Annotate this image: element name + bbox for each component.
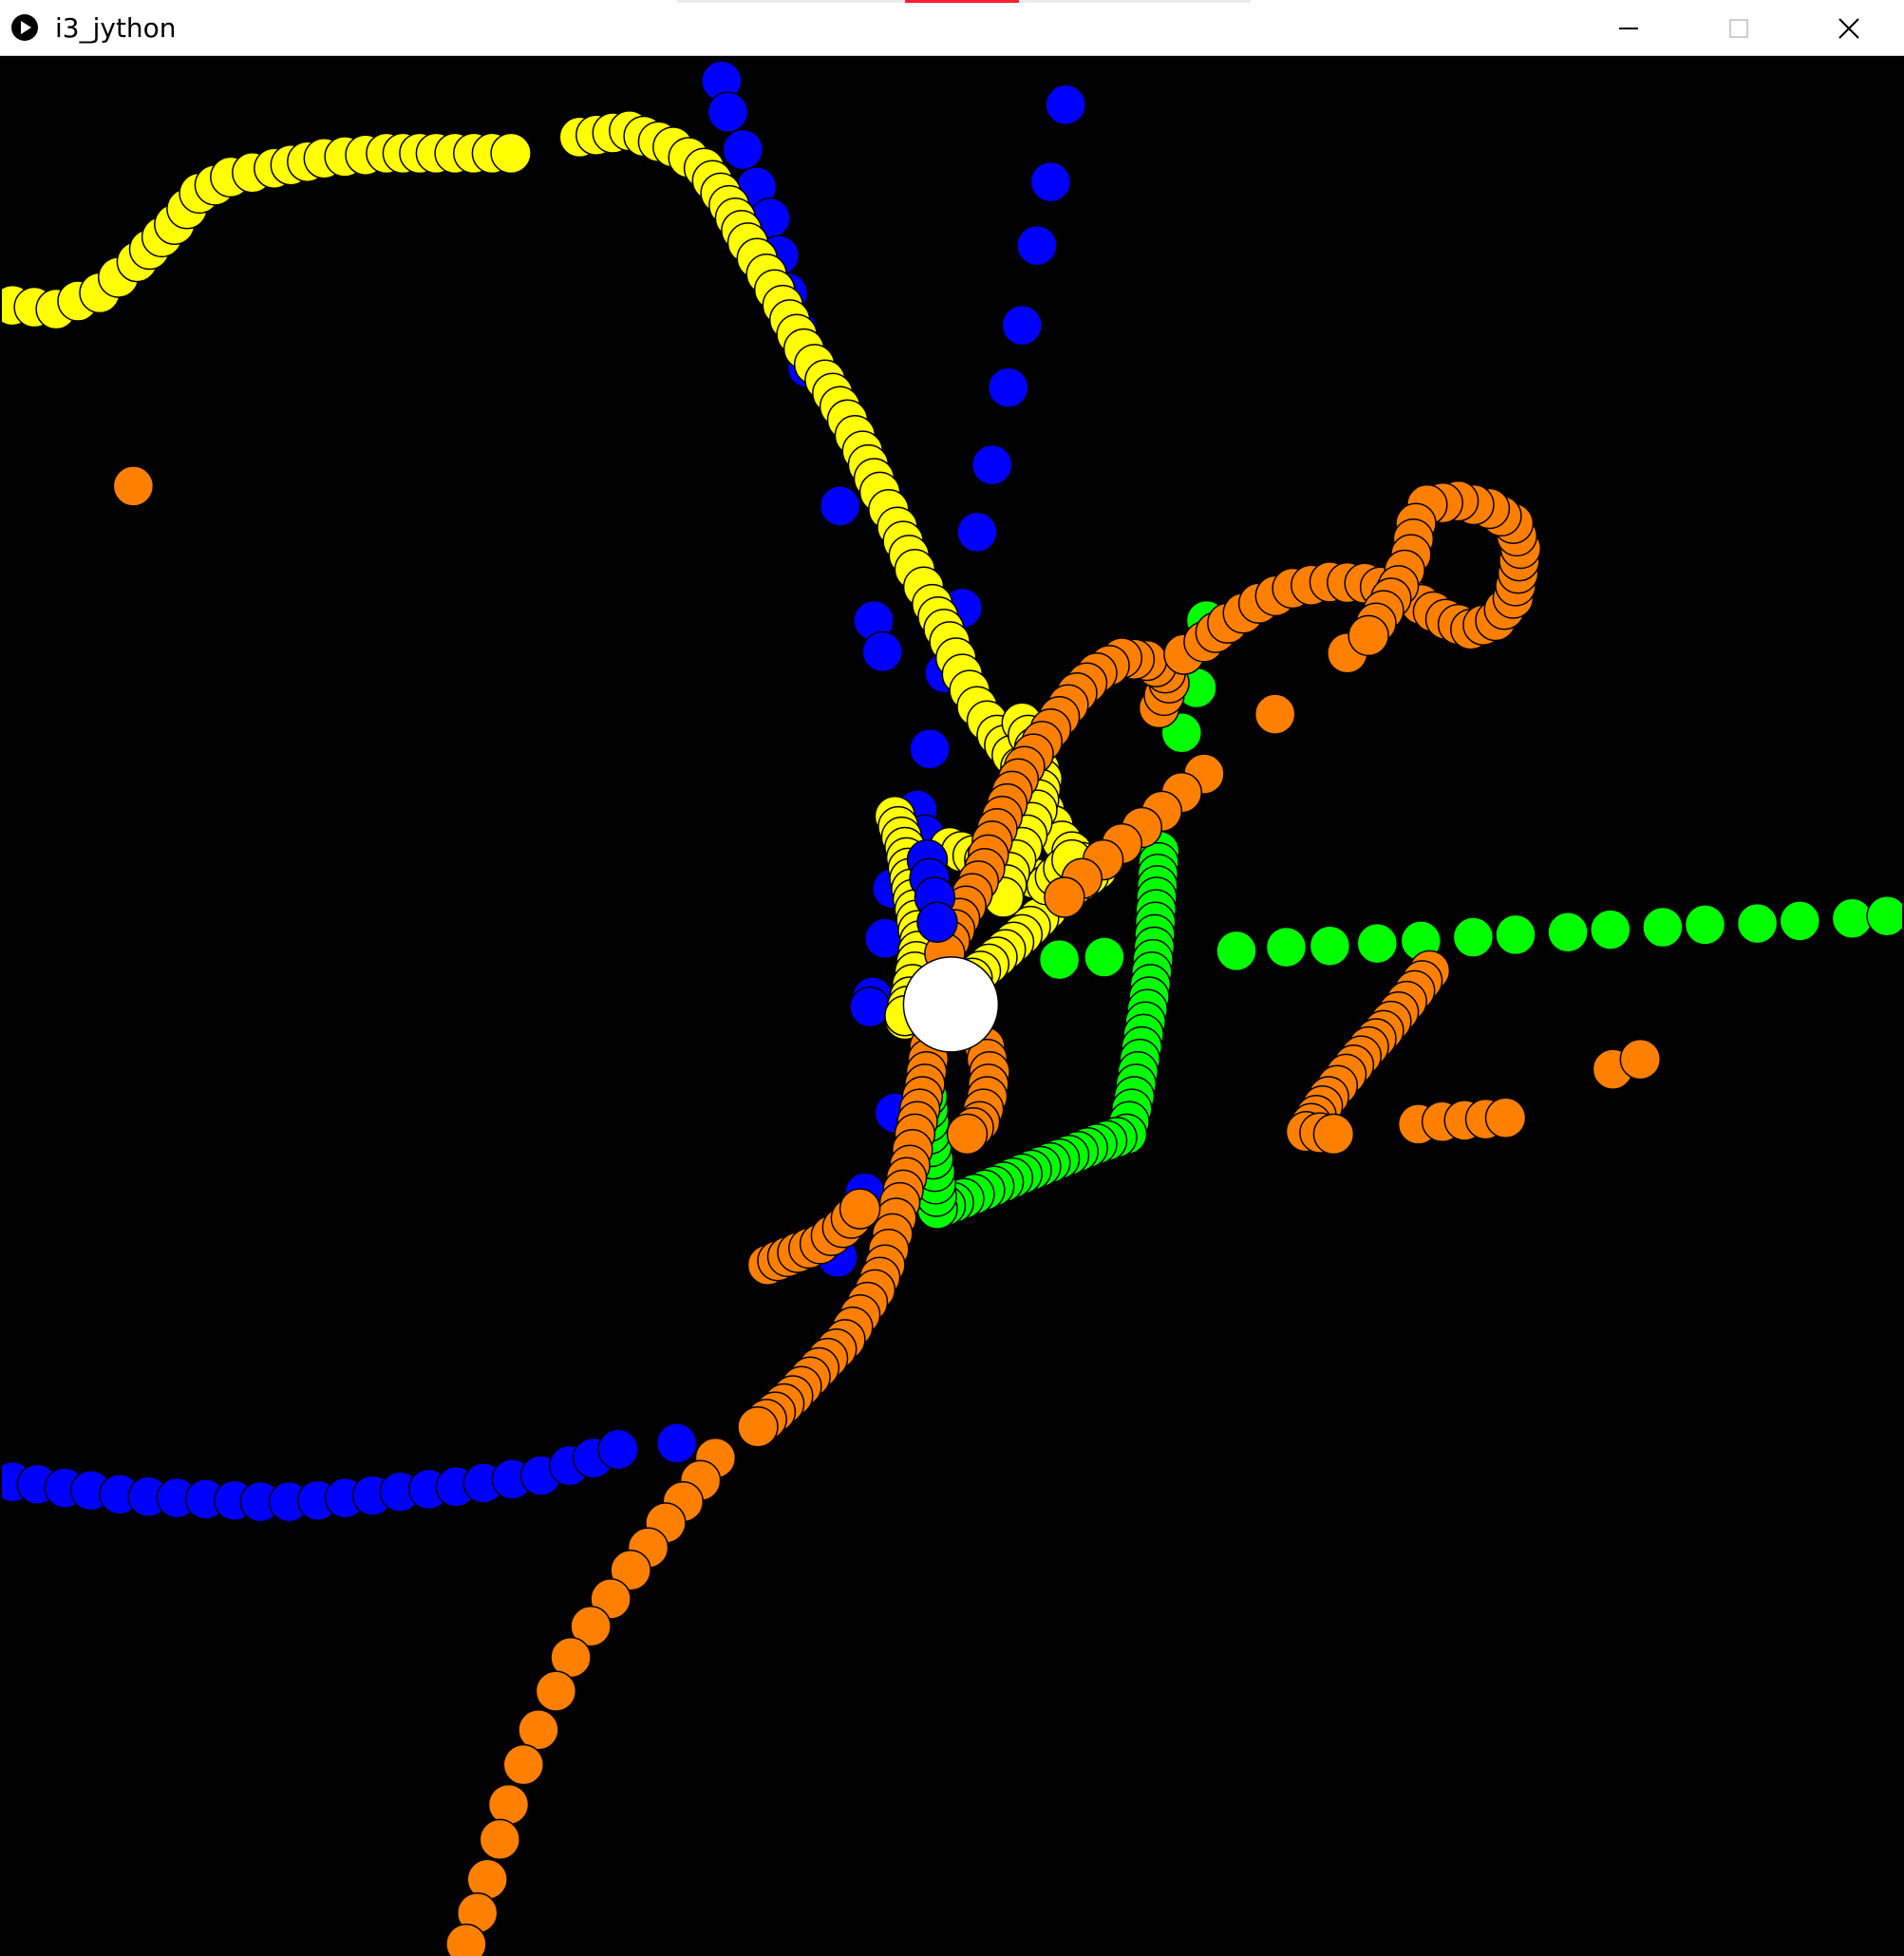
orange-particle [1619, 1038, 1662, 1081]
maximize-button[interactable] [1684, 0, 1794, 56]
blue-particle [597, 1428, 639, 1471]
green-particle [1309, 925, 1351, 967]
minimize-button[interactable] [1574, 0, 1684, 56]
close-button[interactable] [1794, 0, 1904, 56]
blue-particle [655, 1422, 698, 1464]
green-particle [1684, 904, 1726, 946]
orange-particle [1348, 614, 1389, 657]
orange-particle [839, 1188, 881, 1230]
title-accent-highlight [905, 0, 1019, 3]
orange-particle [535, 1670, 577, 1712]
blue-particle [956, 511, 998, 554]
green-particle [1216, 930, 1257, 972]
green-particle [1495, 913, 1536, 956]
green-particle [1356, 922, 1399, 965]
blue-particle [707, 91, 749, 133]
blue-particle [916, 901, 958, 944]
blue-particle [722, 128, 764, 171]
orange-particle [1044, 876, 1085, 918]
green-particle [1866, 894, 1902, 937]
blue-particle [861, 630, 904, 673]
title-bar[interactable]: i3_jython [0, 0, 1904, 56]
blue-particle [1045, 84, 1086, 126]
green-particle [1265, 926, 1308, 969]
yellow-particle [490, 132, 532, 175]
blue-particle [971, 443, 1013, 486]
orange-particle [445, 1923, 487, 1956]
orange-particle [112, 465, 155, 507]
green-particle [1642, 906, 1684, 949]
blue-particle [849, 986, 891, 1028]
green-particle [1736, 902, 1779, 945]
window-title: i3_jython [55, 11, 177, 44]
orange-particle [1312, 1113, 1355, 1156]
orange-particle [479, 1818, 521, 1861]
blue-particle [909, 728, 951, 770]
orange-particle [1484, 1097, 1527, 1139]
window-controls [1574, 0, 1904, 56]
play-icon [9, 12, 40, 43]
green-particle [1779, 900, 1821, 942]
green-particle [1547, 912, 1589, 953]
blue-particle [988, 367, 1029, 408]
particle-scene [2, 60, 1902, 1956]
green-particle [1084, 936, 1125, 978]
maximize-icon [1729, 18, 1748, 38]
sketch-canvas[interactable] [2, 57, 1902, 1956]
orange-particle [737, 1406, 779, 1448]
green-particle [1452, 916, 1495, 958]
blue-particle [1016, 224, 1058, 267]
blue-particle [1029, 160, 1072, 203]
green-particle [1831, 897, 1874, 940]
app-window: i3_jython [0, 0, 1904, 1956]
orange-particle [502, 1743, 545, 1786]
green-particle [1038, 938, 1081, 981]
blue-particle [819, 485, 861, 527]
blue-particle [1001, 304, 1044, 347]
minimize-icon [1619, 27, 1638, 29]
orange-particle [946, 1113, 989, 1156]
orange-particle [1254, 693, 1296, 735]
cursor-ball [902, 956, 1000, 1053]
green-particle [1590, 909, 1631, 950]
orange-particle [518, 1709, 559, 1751]
orange-particle [487, 1783, 530, 1826]
close-icon [1838, 17, 1859, 39]
